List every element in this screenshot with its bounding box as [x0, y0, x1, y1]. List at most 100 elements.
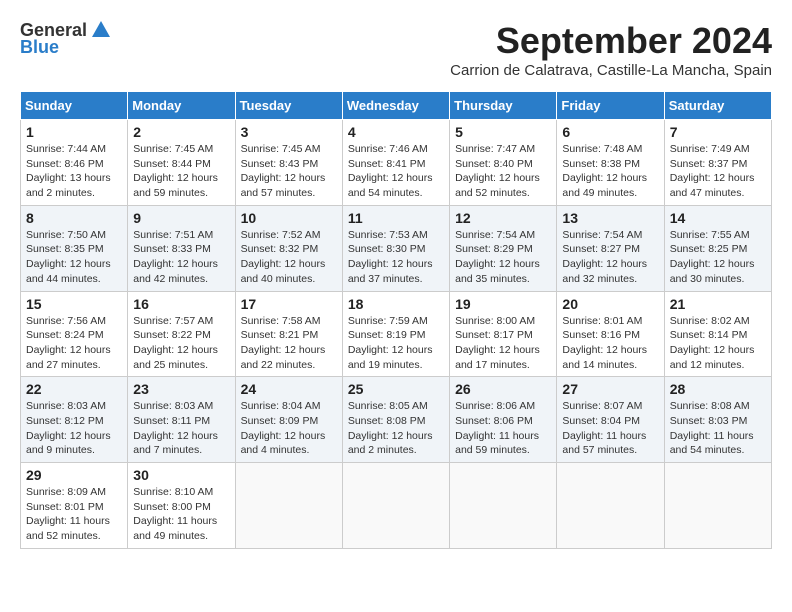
- day-info: Sunrise: 8:01 AMSunset: 8:16 PMDaylight:…: [562, 314, 658, 373]
- table-row: 27 Sunrise: 8:07 AMSunset: 8:04 PMDayligh…: [557, 377, 664, 463]
- table-row: 26 Sunrise: 8:06 AMSunset: 8:06 PMDayligh…: [450, 377, 557, 463]
- table-row: 19Sunrise: 8:00 AMSunset: 8:17 PMDayligh…: [450, 291, 557, 377]
- day-number: 22: [26, 381, 122, 397]
- day-number: 14: [670, 210, 766, 226]
- table-row: [664, 463, 771, 549]
- day-number: 28: [670, 381, 766, 397]
- table-row: 21 Sunrise: 8:02 AMSunset: 8:14 PMDayligh…: [664, 291, 771, 377]
- month-title: September 2024: [450, 20, 772, 62]
- day-info: Sunrise: 8:07 AMSunset: 8:04 PMDaylight:…: [562, 399, 658, 458]
- day-info: Sunrise: 8:08 AMSunset: 8:03 PMDaylight:…: [670, 399, 766, 458]
- table-row: 12 Sunrise: 7:54 AMSunset: 8:29 PMDayligh…: [450, 205, 557, 291]
- day-info: Sunrise: 8:10 AMSunset: 8:00 PMDaylight:…: [133, 485, 229, 544]
- table-row: 13 Sunrise: 7:54 AMSunset: 8:27 PMDayligh…: [557, 205, 664, 291]
- logo-icon: [90, 19, 112, 41]
- calendar-table: Sunday Monday Tuesday Wednesday Thursday…: [20, 91, 772, 549]
- table-row: 29Sunrise: 8:09 AMSunset: 8:01 PMDayligh…: [21, 463, 128, 549]
- day-number: 27: [562, 381, 658, 397]
- col-saturday: Saturday: [664, 92, 771, 120]
- table-row: [235, 463, 342, 549]
- table-row: 22 Sunrise: 8:03 AMSunset: 8:12 PMDayligh…: [21, 377, 128, 463]
- table-row: 3 Sunrise: 7:45 AMSunset: 8:43 PMDaylight…: [235, 120, 342, 206]
- table-row: 2 Sunrise: 7:45 AMSunset: 8:44 PMDaylight…: [128, 120, 235, 206]
- day-info: Sunrise: 7:55 AMSunset: 8:25 PMDaylight:…: [670, 228, 766, 287]
- col-wednesday: Wednesday: [342, 92, 449, 120]
- day-number: 6: [562, 124, 658, 140]
- table-row: 8Sunrise: 7:50 AMSunset: 8:35 PMDaylight…: [21, 205, 128, 291]
- day-number: 18: [348, 296, 444, 312]
- table-row: 1 Sunrise: 7:44 AMSunset: 8:46 PMDaylight…: [21, 120, 128, 206]
- day-info: Sunrise: 8:05 AMSunset: 8:08 PMDaylight:…: [348, 399, 444, 458]
- day-info: Sunrise: 8:03 AMSunset: 8:12 PMDaylight:…: [26, 399, 122, 458]
- table-row: [342, 463, 449, 549]
- table-row: 14 Sunrise: 7:55 AMSunset: 8:25 PMDayligh…: [664, 205, 771, 291]
- day-number: 3: [241, 124, 337, 140]
- day-number: 2: [133, 124, 229, 140]
- col-sunday: Sunday: [21, 92, 128, 120]
- table-row: 5 Sunrise: 7:47 AMSunset: 8:40 PMDaylight…: [450, 120, 557, 206]
- logo-blue-text: Blue: [20, 37, 59, 58]
- col-thursday: Thursday: [450, 92, 557, 120]
- day-info: Sunrise: 7:47 AMSunset: 8:40 PMDaylight:…: [455, 142, 551, 201]
- day-number: 17: [241, 296, 337, 312]
- day-info: Sunrise: 7:57 AMSunset: 8:22 PMDaylight:…: [133, 314, 229, 373]
- day-info: Sunrise: 8:02 AMSunset: 8:14 PMDaylight:…: [670, 314, 766, 373]
- day-info: Sunrise: 7:54 AMSunset: 8:29 PMDaylight:…: [455, 228, 551, 287]
- day-number: 29: [26, 467, 122, 483]
- day-number: 23: [133, 381, 229, 397]
- table-row: 18 Sunrise: 7:59 AMSunset: 8:19 PMDayligh…: [342, 291, 449, 377]
- day-number: 8: [26, 210, 122, 226]
- table-row: 30 Sunrise: 8:10 AMSunset: 8:00 PMDayligh…: [128, 463, 235, 549]
- table-row: 4 Sunrise: 7:46 AMSunset: 8:41 PMDaylight…: [342, 120, 449, 206]
- day-info: Sunrise: 7:58 AMSunset: 8:21 PMDaylight:…: [241, 314, 337, 373]
- table-row: 15 Sunrise: 7:56 AMSunset: 8:24 PMDayligh…: [21, 291, 128, 377]
- day-info: Sunrise: 7:54 AMSunset: 8:27 PMDaylight:…: [562, 228, 658, 287]
- day-info: Sunrise: 7:59 AMSunset: 8:19 PMDaylight:…: [348, 314, 444, 373]
- title-block: September 2024 Carrion de Calatrava, Cas…: [450, 20, 772, 87]
- table-row: 9Sunrise: 7:51 AMSunset: 8:33 PMDaylight…: [128, 205, 235, 291]
- day-number: 24: [241, 381, 337, 397]
- day-number: 10: [241, 210, 337, 226]
- day-info: Sunrise: 7:56 AMSunset: 8:24 PMDaylight:…: [26, 314, 122, 373]
- day-info: Sunrise: 7:52 AMSunset: 8:32 PMDaylight:…: [241, 228, 337, 287]
- location-title: Carrion de Calatrava, Castille-La Mancha…: [450, 62, 772, 79]
- table-row: 11 Sunrise: 7:53 AMSunset: 8:30 PMDayligh…: [342, 205, 449, 291]
- day-info: Sunrise: 8:03 AMSunset: 8:11 PMDaylight:…: [133, 399, 229, 458]
- table-row: 20 Sunrise: 8:01 AMSunset: 8:16 PMDayligh…: [557, 291, 664, 377]
- day-number: 20: [562, 296, 658, 312]
- day-number: 4: [348, 124, 444, 140]
- day-info: Sunrise: 7:51 AMSunset: 8:33 PMDaylight:…: [133, 228, 229, 287]
- table-row: 7 Sunrise: 7:49 AMSunset: 8:37 PMDaylight…: [664, 120, 771, 206]
- day-info: Sunrise: 7:53 AMSunset: 8:30 PMDaylight:…: [348, 228, 444, 287]
- day-info: Sunrise: 7:44 AMSunset: 8:46 PMDaylight:…: [26, 142, 122, 201]
- day-number: 13: [562, 210, 658, 226]
- day-number: 11: [348, 210, 444, 226]
- table-row: [450, 463, 557, 549]
- table-row: [557, 463, 664, 549]
- table-row: 10 Sunrise: 7:52 AMSunset: 8:32 PMDayligh…: [235, 205, 342, 291]
- day-number: 7: [670, 124, 766, 140]
- table-row: 16 Sunrise: 7:57 AMSunset: 8:22 PMDayligh…: [128, 291, 235, 377]
- day-number: 15: [26, 296, 122, 312]
- day-info: Sunrise: 8:04 AMSunset: 8:09 PMDaylight:…: [241, 399, 337, 458]
- table-row: 17 Sunrise: 7:58 AMSunset: 8:21 PMDayligh…: [235, 291, 342, 377]
- day-number: 1: [26, 124, 122, 140]
- table-row: 6Sunrise: 7:48 AMSunset: 8:38 PMDaylight…: [557, 120, 664, 206]
- day-number: 5: [455, 124, 551, 140]
- day-number: 30: [133, 467, 229, 483]
- day-info: Sunrise: 7:49 AMSunset: 8:37 PMDaylight:…: [670, 142, 766, 201]
- day-number: 25: [348, 381, 444, 397]
- table-row: 28 Sunrise: 8:08 AMSunset: 8:03 PMDayligh…: [664, 377, 771, 463]
- day-number: 12: [455, 210, 551, 226]
- col-monday: Monday: [128, 92, 235, 120]
- day-number: 21: [670, 296, 766, 312]
- page-header: General Blue September 2024 Carrion de C…: [20, 20, 772, 87]
- day-info: Sunrise: 7:46 AMSunset: 8:41 PMDaylight:…: [348, 142, 444, 201]
- day-number: 19: [455, 296, 551, 312]
- day-number: 26: [455, 381, 551, 397]
- day-info: Sunrise: 7:45 AMSunset: 8:43 PMDaylight:…: [241, 142, 337, 201]
- day-info: Sunrise: 8:06 AMSunset: 8:06 PMDaylight:…: [455, 399, 551, 458]
- day-info: Sunrise: 7:45 AMSunset: 8:44 PMDaylight:…: [133, 142, 229, 201]
- day-number: 16: [133, 296, 229, 312]
- col-friday: Friday: [557, 92, 664, 120]
